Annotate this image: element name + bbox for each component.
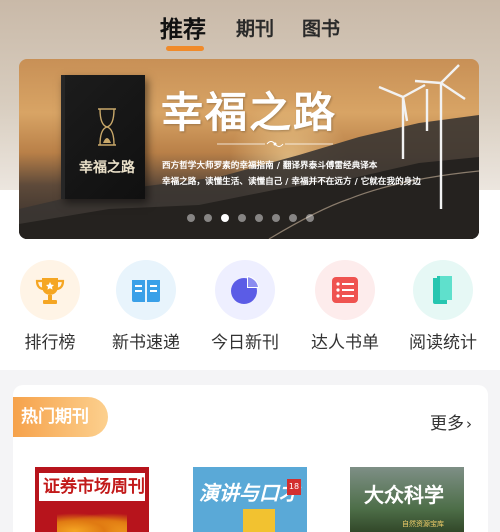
active-tab-indicator — [166, 46, 204, 51]
book-cover-header — [75, 81, 141, 97]
section-title: 热门期刊 — [13, 397, 108, 437]
quick-nav-expert-lists[interactable]: 达人书单 — [300, 258, 390, 358]
trophy-icon — [35, 278, 65, 304]
magazine-cover[interactable]: 证券市场周刊 — [35, 467, 149, 532]
quick-nav-label: 达人书单 — [311, 333, 379, 353]
magazine-cover[interactable]: 大众科学 自然资源宝库 — [350, 467, 464, 532]
list-icon-wrap — [315, 260, 375, 320]
quick-nav-label: 今日新刊 — [211, 333, 279, 353]
banner-title: 幸福之路 — [161, 88, 338, 137]
quick-nav: 排行榜 新书速递 今日新刊 达人书单 阅读统计 — [0, 258, 500, 358]
books-stack-icon — [433, 276, 452, 304]
carousel-dot[interactable] — [289, 214, 297, 222]
tab-books[interactable]: 图书 — [302, 14, 340, 41]
carousel-dots — [187, 214, 327, 222]
carousel-dot[interactable] — [187, 214, 195, 222]
carousel-dot[interactable] — [255, 214, 263, 222]
trophy-icon-wrap — [20, 260, 80, 320]
magazine-title: 演讲与口才 — [199, 481, 299, 505]
pie-chart-icon — [231, 276, 259, 304]
pie-chart-icon-wrap — [215, 260, 275, 320]
carousel-dot[interactable] — [272, 214, 280, 222]
quick-nav-reading-stats[interactable]: 阅读统计 — [398, 258, 488, 358]
book-cover: 幸福之路 — [61, 75, 145, 199]
magazine-issue-badge: 18 — [287, 479, 301, 495]
cover-illustration — [243, 509, 275, 532]
magazine-title: 大众科学 — [364, 483, 444, 507]
tab-recommended[interactable]: 推荐 — [160, 10, 206, 44]
carousel-dot[interactable] — [204, 214, 212, 222]
book-cover-title: 幸福之路 — [79, 160, 135, 176]
carousel-dot-active[interactable] — [221, 214, 229, 222]
more-label: 更多 — [430, 414, 464, 434]
carousel-dot[interactable] — [306, 214, 314, 222]
quick-nav-label: 排行榜 — [24, 333, 76, 353]
quick-nav-label: 新书速递 — [112, 333, 180, 353]
butterfly-illustration — [57, 513, 127, 532]
quick-nav-today-issues[interactable]: 今日新刊 — [200, 258, 290, 358]
hourglass-icon — [98, 108, 116, 146]
more-link[interactable]: 更多 › — [430, 409, 472, 434]
books-stack-icon-wrap — [413, 260, 473, 320]
promo-banner[interactable]: 幸福之路 幸福之路 西方哲学大师罗素的幸福指南 / 翻译界泰斗傅雷经典译本 幸福… — [19, 59, 479, 239]
quick-nav-new-books[interactable]: 新书速递 — [101, 258, 191, 358]
open-book-icon-wrap — [116, 260, 176, 320]
magazine-cover[interactable]: 演讲与口才 18 — [193, 467, 307, 532]
top-tab-bar: 推荐 期刊 图书 — [0, 10, 500, 54]
quick-nav-ranking[interactable]: 排行榜 — [5, 258, 95, 358]
banner-subtitle-line-2: 幸福之路，读懂生活、读懂自己 / 幸福并不在远方 / 它就在我的身边 — [162, 177, 421, 187]
hot-periodicals-card: 热门期刊 更多 › 证券市场周刊 演讲与口才 18 大众科学 自然资源宝库 — [13, 385, 488, 532]
magazine-title: 证券市场周刊 — [39, 473, 145, 501]
tab-periodicals[interactable]: 期刊 — [236, 14, 274, 41]
open-book-icon — [132, 280, 160, 302]
ornament-divider — [217, 141, 333, 147]
banner-subtitle-line-1: 西方哲学大师罗素的幸福指南 / 翻译界泰斗傅雷经典译本 — [162, 161, 378, 171]
carousel-dot[interactable] — [238, 214, 246, 222]
magazine-subtitle: 自然资源宝库 — [402, 520, 444, 528]
list-icon — [332, 277, 358, 303]
chevron-right-icon: › — [466, 415, 472, 433]
quick-nav-label: 阅读统计 — [409, 333, 477, 353]
